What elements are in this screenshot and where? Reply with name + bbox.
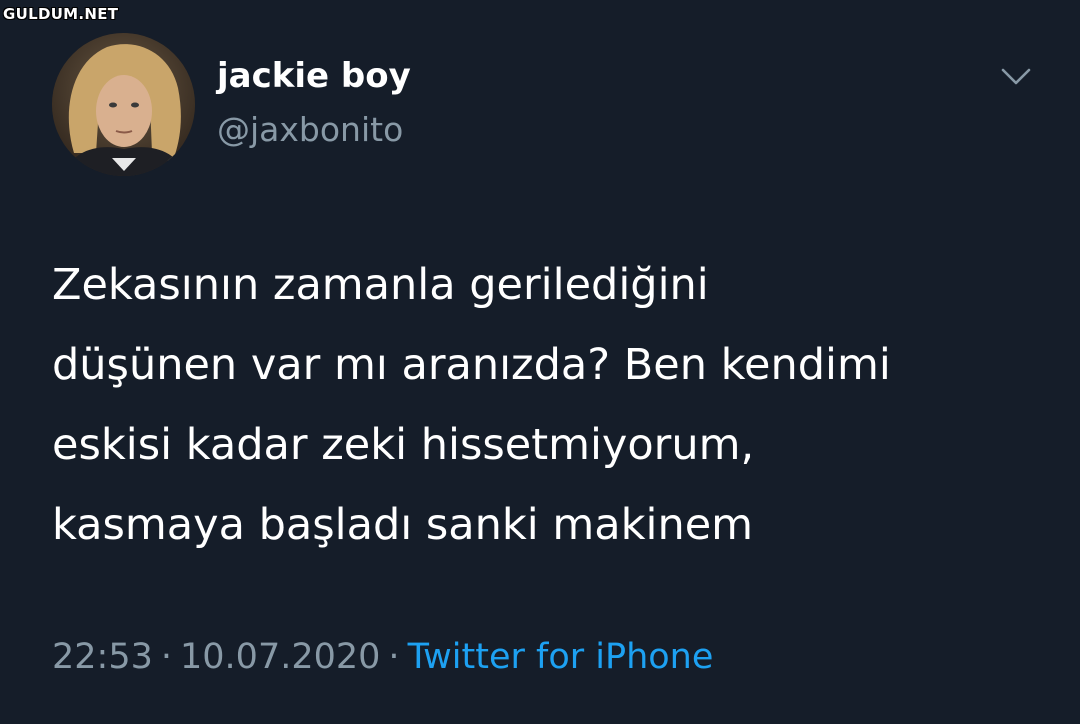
display-name[interactable]: jackie boy	[217, 56, 411, 96]
tweet-text: Zekasının zamanla gerilediğini düşünen v…	[52, 245, 1042, 565]
tweet-date[interactable]: 10.07.2020	[180, 637, 380, 677]
avatar-photo-icon	[52, 33, 195, 176]
tweet-time[interactable]: 22:53	[52, 637, 153, 677]
tweet-line: kasmaya başladı sanki makinem	[52, 500, 754, 550]
meta-separator: ·	[160, 637, 173, 677]
tweet-source-link[interactable]: Twitter for iPhone	[408, 637, 714, 677]
user-handle[interactable]: @jaxbonito	[217, 110, 403, 149]
tweet-meta: 22:53 · 10.07.2020 · Twitter for iPhone	[52, 637, 713, 677]
tweet-line: Zekasının zamanla gerilediğini	[52, 260, 709, 310]
meta-separator: ·	[388, 637, 400, 677]
tweet-line: eskisi kadar zeki hissetmiyorum,	[52, 420, 755, 470]
chevron-down-icon[interactable]	[998, 62, 1034, 90]
tweet-line: düşünen var mı aranızda? Ben kendimi	[52, 340, 891, 390]
watermark-logo: GULDUM.NET	[3, 5, 119, 23]
avatar[interactable]	[52, 33, 195, 176]
